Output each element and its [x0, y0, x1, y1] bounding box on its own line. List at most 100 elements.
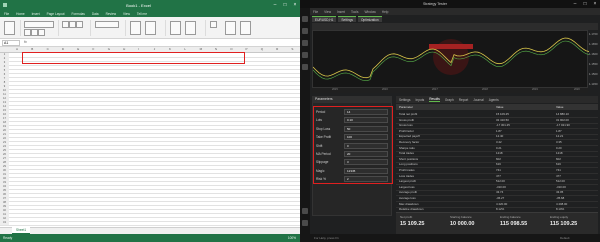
tab-results[interactable]: Results: [429, 97, 440, 102]
underline-icon[interactable]: [38, 29, 45, 36]
name-box[interactable]: A1: [2, 40, 20, 46]
find-select-icon[interactable]: [240, 21, 251, 35]
italic-icon[interactable]: [31, 29, 38, 36]
orders-icon[interactable]: [302, 40, 308, 46]
column-header[interactable]: N: [215, 47, 217, 51]
insert-cells-icon[interactable]: [170, 21, 181, 35]
ribbon-divider: [58, 20, 59, 36]
column-header[interactable]: J: [154, 47, 156, 51]
tab-data[interactable]: Data: [92, 12, 99, 16]
delete-cells-icon[interactable]: [185, 21, 196, 35]
column-header[interactable]: L: [184, 47, 186, 51]
column-header[interactable]: P: [246, 47, 248, 51]
paste-icon[interactable]: [4, 21, 15, 35]
bold-icon[interactable]: [24, 29, 31, 36]
align-left-icon[interactable]: [62, 21, 69, 28]
user-icon[interactable]: [302, 220, 308, 226]
column-header[interactable]: S: [291, 47, 293, 51]
column-header[interactable]: Q: [261, 47, 263, 51]
price-chart[interactable]: [312, 30, 590, 88]
logo-banner: [429, 44, 473, 49]
price-tick: 1.1500: [589, 72, 598, 76]
tab-settings[interactable]: Settings: [338, 16, 356, 22]
column-header[interactable]: E: [77, 47, 79, 51]
align-center-icon[interactable]: [69, 21, 76, 28]
time-tick: 2020: [574, 88, 580, 91]
sheet-tab[interactable]: Sheet1: [12, 227, 31, 234]
font-select[interactable]: [24, 21, 54, 28]
column-header[interactable]: K: [169, 47, 171, 51]
tab-report[interactable]: Report: [459, 98, 469, 102]
minimize-icon[interactable]: –: [270, 0, 280, 10]
column-header[interactable]: R: [276, 47, 278, 51]
tab-page-layout[interactable]: Page Layout: [47, 12, 65, 16]
menu-help[interactable]: Help: [382, 10, 389, 14]
maximize-icon[interactable]: □: [280, 0, 290, 10]
summary-stat: Ending balance 115 098.55: [500, 214, 548, 232]
autosum-icon[interactable]: [210, 21, 217, 28]
help-icon[interactable]: [302, 208, 308, 214]
number-format-select[interactable]: [95, 21, 119, 28]
maximize-icon[interactable]: □: [580, 0, 590, 8]
tab-settings[interactable]: Settings: [399, 98, 411, 102]
menu-view[interactable]: View: [324, 10, 331, 14]
table-row[interactable]: 43: [0, 221, 300, 226]
column-header[interactable]: C: [47, 47, 49, 51]
tab-home[interactable]: Home: [16, 12, 25, 16]
column-header[interactable]: B: [31, 47, 33, 51]
home-icon[interactable]: [302, 16, 308, 22]
menu-insert[interactable]: Insert: [337, 10, 345, 14]
minimize-icon[interactable]: –: [570, 0, 580, 8]
time-tick: 2015: [332, 88, 338, 91]
tab-review[interactable]: Review: [106, 12, 116, 16]
column-header[interactable]: O: [230, 47, 232, 51]
chart-icon[interactable]: [302, 28, 308, 34]
tab-graph[interactable]: Graph: [445, 98, 454, 102]
time-tick: 2019: [532, 88, 538, 91]
tab-inputs[interactable]: Inputs: [416, 98, 425, 102]
tab-formulas[interactable]: Formulas: [72, 12, 85, 16]
tab-view[interactable]: View: [123, 12, 130, 16]
sort-filter-icon[interactable]: [225, 21, 236, 35]
menu-tools[interactable]: Tools: [351, 10, 358, 14]
tab-insert[interactable]: Insert: [32, 12, 40, 16]
results-tabs: Settings Inputs Results Graph Report Jou…: [396, 96, 598, 103]
price-tick: 1.1700: [589, 32, 598, 36]
tab-chart[interactable]: EURUSD,H1: [312, 16, 337, 22]
status-right: Default: [560, 236, 570, 240]
excel-window: Book1 - Excel – □ × File Home Insert Pag…: [0, 0, 300, 242]
conditional-format-icon[interactable]: [130, 21, 141, 35]
zoom-level[interactable]: 100%: [288, 234, 296, 242]
tab-journal[interactable]: Journal: [473, 98, 483, 102]
fx-icon[interactable]: fx: [24, 40, 32, 46]
tab-optimization[interactable]: Optimization: [357, 16, 382, 22]
column-header[interactable]: F: [93, 47, 95, 51]
column-header[interactable]: I: [138, 47, 139, 51]
tab-tell-me[interactable]: Tell me: [137, 12, 147, 16]
column-header[interactable]: A: [16, 47, 18, 51]
results-col-header: Value: [496, 105, 504, 109]
column-header[interactable]: M: [200, 47, 203, 51]
price-tick: 1.1600: [589, 52, 598, 56]
stat-value: 115 109.25: [550, 221, 578, 227]
row-header[interactable]: 43: [0, 221, 9, 225]
column-header[interactable]: G: [108, 47, 110, 51]
close-icon[interactable]: ×: [290, 0, 300, 10]
summary-stat: Net profit 15 109.25: [400, 214, 448, 232]
formula-input[interactable]: [36, 40, 96, 46]
settings-icon[interactable]: [302, 64, 308, 70]
column-header[interactable]: D: [62, 47, 64, 51]
results-col-header: Parameter: [399, 105, 414, 109]
tab-file[interactable]: File: [4, 12, 9, 16]
column-header[interactable]: H: [123, 47, 125, 51]
sheet-grid[interactable]: 1 2 3 4 5 6 7 8 9 10 11 12 13 14 15 16 17 18 19 20 21 22 23 24 2…: [0, 53, 300, 227]
tester-window: Strategy Tester – □ × File View Insert T…: [300, 0, 600, 242]
excel-status: Ready: [0, 234, 300, 242]
format-table-icon[interactable]: [145, 21, 156, 35]
tester-icon[interactable]: [302, 52, 308, 58]
menu-file[interactable]: File: [313, 10, 318, 14]
tab-agents[interactable]: Agents: [489, 98, 499, 102]
wrap-text-icon[interactable]: [76, 21, 83, 28]
close-icon[interactable]: ×: [590, 0, 600, 8]
menu-window[interactable]: Window: [364, 10, 375, 14]
